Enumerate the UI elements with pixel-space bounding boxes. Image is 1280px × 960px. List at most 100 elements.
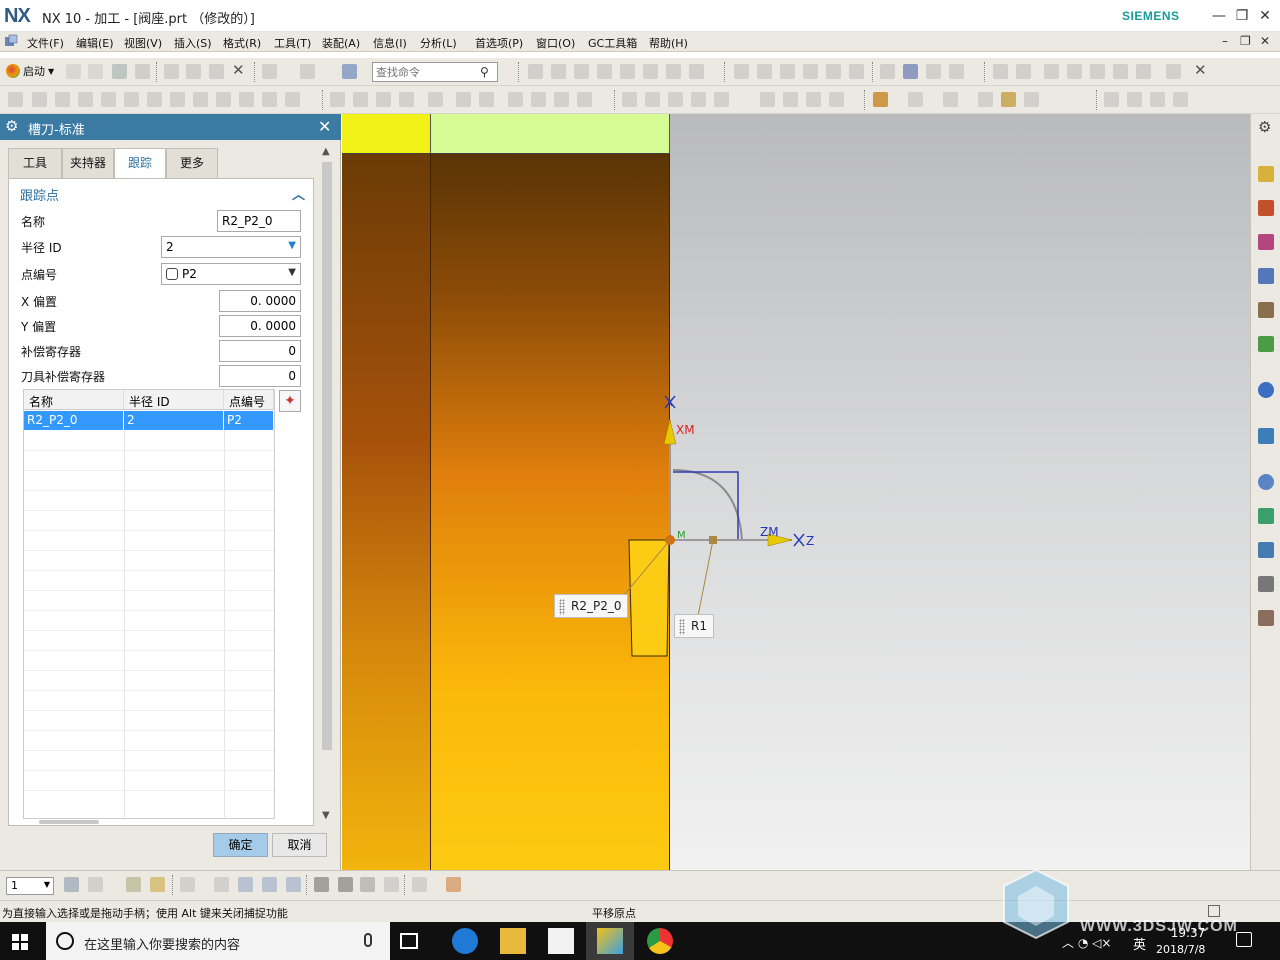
tab-tracking[interactable]: 跟踪 [114, 148, 166, 179]
replay-toolpath-icon[interactable] [926, 64, 941, 79]
column-header-point[interactable]: 点编号 [224, 390, 274, 410]
reuse-library-icon[interactable] [1258, 336, 1274, 352]
graphics-viewport[interactable]: XM ZM Z X M R2_P2_0 R1 [342, 114, 1250, 870]
undo-icon[interactable] [262, 64, 277, 79]
menu-format[interactable]: 格式(R) [223, 35, 261, 51]
grid-icon[interactable] [314, 877, 329, 892]
create-program-icon[interactable] [528, 64, 543, 79]
program-order-view-icon[interactable] [734, 64, 749, 79]
clock-date[interactable]: 2018/7/8 [1156, 943, 1205, 956]
paste-icon[interactable] [209, 64, 224, 79]
rectangle-icon[interactable] [55, 92, 70, 107]
cancel-button[interactable]: 取消 [272, 833, 327, 857]
grooving-insert[interactable] [628, 539, 670, 657]
tool-path-edit-icon[interactable] [1016, 64, 1031, 79]
generate-toolpath-icon[interactable] [643, 64, 658, 79]
menu-insert[interactable]: 插入(S) [174, 35, 212, 51]
point-number-select[interactable]: P2 ▼ [161, 263, 301, 285]
print-preview-icon[interactable] [1258, 610, 1274, 626]
task-view-icon[interactable] [400, 933, 418, 949]
system-scenes-icon[interactable] [1258, 576, 1274, 592]
add-tracking-point-button[interactable]: ✦ [279, 390, 301, 412]
collision-check-icon[interactable] [1067, 64, 1082, 79]
general-selection-icon[interactable] [126, 877, 141, 892]
datum-axis-icon[interactable] [531, 92, 546, 107]
analysis-icon[interactable] [1104, 92, 1119, 107]
save-icon[interactable] [112, 64, 127, 79]
snap-point-icon[interactable] [88, 877, 103, 892]
cut-icon[interactable] [164, 64, 179, 79]
line-icon[interactable] [8, 92, 23, 107]
comp-register-field[interactable]: 0 [219, 340, 301, 362]
replace-face-icon[interactable] [806, 92, 821, 107]
edit-display-icon[interactable] [1001, 92, 1016, 107]
show-hide-icon[interactable] [978, 92, 993, 107]
operation-navigator-icon[interactable] [1258, 268, 1274, 284]
minimize-button[interactable]: — [1208, 6, 1230, 26]
postprocess-icon[interactable] [689, 64, 704, 79]
extract-curve-icon[interactable] [262, 92, 277, 107]
table-row[interactable]: R2_P2_0 2 P2 [24, 411, 274, 430]
create-method-icon[interactable] [597, 64, 612, 79]
create-operation-icon[interactable] [620, 64, 635, 79]
constraint-navigator-icon[interactable] [1258, 200, 1274, 216]
gear-icon[interactable]: ⚙ [1258, 118, 1271, 136]
menu-info[interactable]: 信息(I) [373, 35, 407, 51]
menu-assembly[interactable]: 装配(A) [322, 35, 360, 51]
extrude-icon[interactable] [622, 92, 637, 107]
output-cls-icon[interactable] [903, 64, 918, 79]
revolve-icon[interactable] [645, 92, 660, 107]
menu-help[interactable]: 帮助(H) [649, 35, 688, 51]
menu-view[interactable]: 视图(V) [124, 35, 162, 51]
arc-icon[interactable] [32, 92, 47, 107]
new-file-icon[interactable] [66, 64, 81, 79]
menu-window[interactable]: 窗口(O) [536, 35, 575, 51]
blank-icon[interactable] [1113, 64, 1128, 79]
menu-file[interactable]: 文件(F) [27, 35, 64, 51]
tab-tool[interactable]: 工具 [8, 148, 62, 178]
move-face-icon[interactable] [760, 92, 775, 107]
roles-icon[interactable] [1258, 508, 1274, 524]
history-icon[interactable] [1258, 428, 1274, 444]
grid-dense-icon[interactable] [338, 877, 353, 892]
ipw-icon[interactable] [1136, 64, 1151, 79]
copy-icon[interactable] [186, 64, 201, 79]
web-browser-icon[interactable] [1258, 382, 1274, 398]
menu-gc-toolbox[interactable]: GC工具箱 [588, 35, 637, 51]
selection-filter-select[interactable]: 1 ▼ [6, 877, 54, 895]
snap-icon[interactable] [1166, 64, 1181, 79]
gear-icon[interactable]: ⚙ [5, 117, 18, 135]
curve-length-icon[interactable] [399, 92, 414, 107]
selection-mode-icon[interactable] [180, 877, 195, 892]
y-offset-field[interactable]: 0. 0000 [219, 315, 301, 337]
drag-grip-icon[interactable] [679, 619, 685, 635]
ok-button[interactable]: 确定 [213, 833, 268, 857]
transform-object-icon[interactable] [849, 64, 864, 79]
delete-face-icon[interactable] [829, 92, 844, 107]
curve-analysis-icon[interactable] [1127, 92, 1142, 107]
close-icon[interactable]: ✕ [318, 117, 331, 136]
show-hide-selection-icon[interactable] [150, 877, 165, 892]
scroll-down-icon[interactable]: ▼ [322, 810, 330, 821]
render-style-icon[interactable] [873, 92, 888, 107]
subtract-icon[interactable] [691, 92, 706, 107]
datum-csys-icon[interactable] [554, 92, 569, 107]
name-field[interactable]: R2_P2_0 [217, 210, 301, 232]
feeds-speeds-icon[interactable] [993, 64, 1008, 79]
scroll-thumb[interactable] [322, 162, 332, 750]
close-button[interactable]: ✕ [1254, 6, 1276, 26]
type-filter-icon[interactable] [64, 877, 79, 892]
tab-more[interactable]: 更多 [166, 148, 218, 178]
start-button[interactable]: 启动 ▼ [6, 63, 54, 79]
clock-time[interactable]: 19:37 [1160, 926, 1216, 940]
taskbar-search-box[interactable]: 在这里输入你要搜索的内容 [46, 922, 390, 960]
drag-grip-icon[interactable] [559, 599, 565, 615]
machine-tool-view-icon[interactable] [757, 64, 772, 79]
delete-icon[interactable]: ✕ [232, 61, 247, 79]
ellipse-icon[interactable] [124, 92, 139, 107]
measure-distance-icon[interactable] [446, 877, 461, 892]
intersect-icon[interactable] [714, 92, 729, 107]
face-analysis-icon[interactable] [1150, 92, 1165, 107]
measure-icon[interactable] [1090, 64, 1105, 79]
point-icon[interactable] [78, 92, 93, 107]
